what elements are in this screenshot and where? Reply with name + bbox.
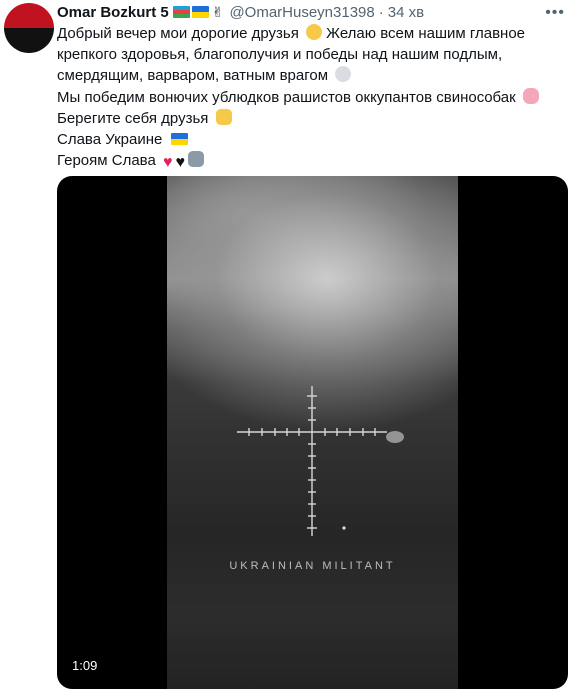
tweet-line-text: крепкого здоровья, благополучия и победы… xyxy=(57,46,503,64)
tweet-line-text: смердящим, варваром, ватным врагом xyxy=(57,67,329,85)
tweet-line-text: Желаю всем нашим главное xyxy=(326,25,526,42)
tweet-line: Добрый вечер мои дорогие друзья Желаю вс… xyxy=(57,23,572,44)
tweet-line: Мы победим вонючих ублюдков рашистов окк… xyxy=(57,87,572,108)
tweet-line-text: Берегите себя друзья xyxy=(57,109,209,127)
heart-red-icon: ♥ xyxy=(163,154,173,172)
ukraine-flag-icon xyxy=(191,6,209,18)
tweet-line-text: Слава Украине xyxy=(57,131,163,149)
video-frame: UKRAINIAN MILITANT xyxy=(167,176,458,689)
heart-black-icon: ♥ xyxy=(175,154,186,172)
pig-nose-icon xyxy=(522,87,539,104)
tweet-line: крепкого здоровья, благополучия и победы… xyxy=(57,44,572,65)
avatar[interactable] xyxy=(4,3,54,53)
tweet-line-text: Добрый вечер мои дорогие друзья xyxy=(57,25,299,42)
author-name[interactable]: Omar Bozkurt 5 xyxy=(57,4,169,21)
tweet-line: Берегите себя друзья xyxy=(57,108,572,129)
separator-dot: · xyxy=(378,3,384,21)
victory-hand-icon: ✌ xyxy=(211,3,224,20)
crosshair-icon xyxy=(237,386,404,536)
victory-hand-icon xyxy=(215,108,232,125)
video-watermark: UKRAINIAN MILITANT xyxy=(229,560,396,572)
tweet-line-text: Героям Слава xyxy=(57,152,156,170)
tweet-header: Omar Bozkurt 5 ✌ @OmarHuseyn31398 · 34 х… xyxy=(57,2,537,22)
video-player[interactable]: UKRAINIAN MILITANT 1:09 xyxy=(57,176,568,689)
azerbaijan-flag-icon xyxy=(172,6,190,18)
skull-crossbones-icon xyxy=(335,66,352,83)
author-handle[interactable]: @OmarHuseyn31398 xyxy=(229,4,374,21)
tweet-text: Добрый вечер мои дорогие друзья Желаю вс… xyxy=(57,23,572,173)
ellipsis-icon[interactable]: ••• xyxy=(545,4,565,22)
ukraine-flag-icon xyxy=(170,133,188,146)
wolf-icon xyxy=(188,151,204,168)
tweet-line: смердящим, варваром, ватным врагом xyxy=(57,65,572,86)
tweet-line-text: Мы победим вонючих ублюдков рашистов окк… xyxy=(57,88,516,106)
clapping-hands-icon xyxy=(306,24,322,40)
video-duration-badge: 1:09 xyxy=(67,656,103,675)
tweet-line: Героям Слава ♥ ♥ xyxy=(57,150,572,173)
tweet-time[interactable]: 34 хв xyxy=(388,4,424,21)
tweet-line: Слава Украине xyxy=(57,129,572,150)
